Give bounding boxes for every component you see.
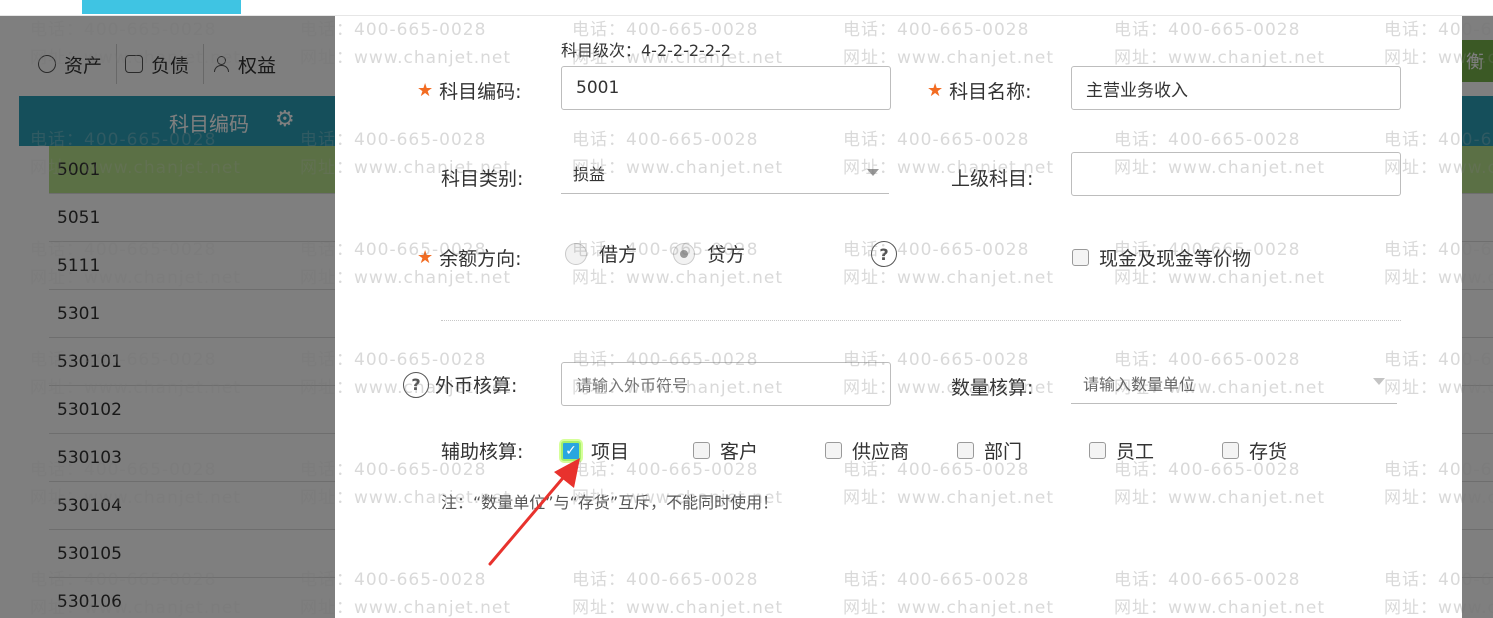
parent-input[interactable]: [1071, 152, 1401, 196]
parent-field-label: 上级科目:: [951, 164, 1033, 191]
section-divider: [441, 320, 1401, 321]
required-star-icon: ★: [927, 80, 944, 101]
quantity-label: 数量核算:: [951, 373, 1033, 400]
code-input[interactable]: 5001: [561, 66, 891, 110]
cash-equivalent-checkbox[interactable]: 现金及现金等价物: [1072, 244, 1251, 271]
aux-inventory-label: 存货: [1249, 441, 1288, 463]
category-label-text: 科目类别:: [441, 168, 524, 190]
name-label-text: 科目名称:: [949, 81, 1032, 103]
required-star-icon: ★: [417, 247, 434, 268]
aux-checkbox-employee[interactable]: 员工: [1089, 437, 1154, 464]
code-field-label: ★ 科目编码:: [417, 77, 522, 104]
help-icon[interactable]: ?: [871, 241, 897, 267]
aux-customer-box[interactable]: [693, 442, 710, 459]
aux-checkbox-inventory[interactable]: 存货: [1222, 437, 1287, 464]
aux-supplier-box[interactable]: [825, 442, 842, 459]
chevron-down-icon: [1373, 378, 1385, 385]
radio-debit-label: 借方: [599, 244, 638, 266]
foreign-currency-input[interactable]: 请输入外币符号: [561, 362, 891, 406]
aux-employee-label: 员工: [1116, 441, 1155, 463]
category-field-label: 科目类别:: [441, 164, 523, 191]
radio-credit[interactable]: 贷方: [673, 240, 745, 267]
quantity-label-text: 数量核算:: [951, 377, 1034, 399]
top-bar: [0, 0, 1493, 16]
radio-debit[interactable]: 借方: [565, 240, 637, 267]
category-select-value: 损益: [573, 164, 606, 184]
aux-supplier-label: 供应商: [852, 441, 910, 463]
balance-direction-radio-group: 借方 贷方: [565, 240, 745, 267]
radio-debit-circle[interactable]: [565, 242, 587, 265]
name-field-label: ★ 科目名称:: [927, 77, 1032, 104]
required-star-icon: ★: [417, 80, 434, 101]
quantity-unit-placeholder: 请输入数量单位: [1083, 374, 1196, 394]
balance-direction-label-text: 余额方向:: [439, 248, 522, 270]
top-accent-tab[interactable]: [82, 0, 241, 14]
aux-department-box[interactable]: [957, 442, 974, 459]
level-info: 科目级次：4-2-2-2-2-2: [561, 41, 731, 60]
cash-equivalent-label: 现金及现金等价物: [1099, 248, 1252, 270]
foreign-currency-label: ? 外币核算:: [403, 371, 517, 398]
code-label-text: 科目编码:: [439, 81, 522, 103]
chevron-down-icon: [867, 169, 879, 176]
aux-inventory-box[interactable]: [1222, 442, 1239, 459]
aux-checkbox-supplier[interactable]: 供应商: [825, 437, 909, 464]
name-input[interactable]: 主营业务收入: [1071, 66, 1401, 110]
foreign-currency-label-text: 外币核算:: [435, 375, 518, 397]
aux-employee-box[interactable]: [1089, 442, 1106, 459]
help-icon[interactable]: ?: [403, 371, 429, 398]
annotation-arrow-icon: [488, 458, 580, 566]
aux-customer-label: 客户: [720, 441, 759, 463]
aux-checkbox-department[interactable]: 部门: [957, 437, 1022, 464]
cash-equivalent-box[interactable]: [1072, 249, 1089, 266]
parent-label-text: 上级科目:: [951, 168, 1034, 190]
radio-credit-label: 贷方: [707, 244, 746, 266]
balance-direction-label: ★ 余额方向:: [417, 244, 522, 271]
code-input-value: 5001: [576, 78, 620, 98]
radio-credit-circle[interactable]: [673, 242, 696, 265]
category-select[interactable]: 损益: [561, 152, 889, 194]
name-input-value: 主营业务收入: [1086, 80, 1188, 101]
foreign-currency-placeholder: 请输入外币符号: [576, 376, 689, 395]
aux-checkbox-customer[interactable]: 客户: [693, 437, 758, 464]
quantity-unit-select[interactable]: 请输入数量单位: [1071, 362, 1397, 404]
aux-department-label: 部门: [984, 441, 1023, 463]
